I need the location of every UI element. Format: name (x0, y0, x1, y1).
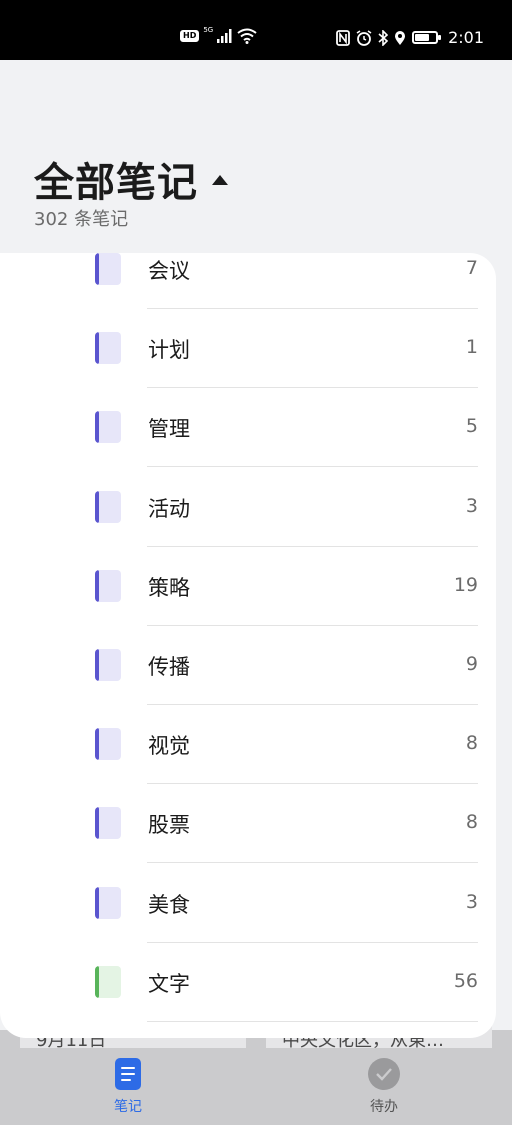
status-bar: HD 5G 2:01 (0, 0, 512, 60)
folder-count: 9 (465, 653, 478, 675)
folder-count: 1 (465, 336, 478, 359)
notes-icon (115, 1058, 141, 1090)
folder-item[interactable]: 会议 7 (0, 253, 496, 309)
folder-icon (95, 807, 121, 840)
folder-item[interactable]: 股票 8 (0, 784, 496, 864)
bluetooth-icon (378, 29, 389, 46)
nav-notes-tab[interactable]: 笔记 (88, 1058, 168, 1116)
signal-icon (217, 29, 232, 43)
network-type-label: 5G (203, 26, 214, 34)
folder-name: 文字 (148, 971, 190, 996)
folder-item[interactable]: 活动 3 (0, 468, 496, 547)
folder-selector[interactable]: 全部笔记 (34, 150, 228, 208)
network-indicators: HD 5G (180, 26, 257, 44)
folder-item[interactable]: 计划 1 (0, 309, 496, 389)
folder-name: 美食 (148, 892, 190, 917)
folder-count: 8 (465, 811, 478, 834)
nav-todo-tab[interactable]: 待办 (344, 1058, 424, 1116)
folder-item[interactable]: 传播 9 (0, 626, 496, 705)
folder-item[interactable]: 策略 19 (0, 547, 496, 626)
folder-icon (95, 569, 121, 602)
folder-item[interactable]: 视觉 8 (0, 705, 496, 785)
wifi-icon (237, 28, 257, 44)
folder-name: 视觉 (148, 734, 190, 759)
folder-count: 3 (465, 890, 478, 913)
folder-icon (95, 490, 121, 523)
folder-item[interactable]: 美食 3 (0, 864, 496, 943)
folder-name: 管理 (148, 417, 190, 442)
todo-check-icon (368, 1058, 400, 1090)
folder-icon (95, 965, 121, 998)
clock: 2:01 (448, 28, 484, 47)
folder-name: 活动 (148, 496, 190, 521)
folder-dropdown-panel: 会议 7 计划 1 管理 5 活动 3 策略 19 传播 9 视觉 8 股票 8 美食 3 文字 56 (0, 253, 496, 1038)
folder-count: 56 (453, 969, 478, 992)
folder-item[interactable]: 文字 56 (0, 943, 496, 1022)
location-icon (395, 30, 406, 45)
folder-count: 3 (465, 494, 478, 517)
alarm-icon (356, 29, 372, 46)
nav-todo-label: 待办 (370, 1099, 398, 1115)
battery-icon (412, 31, 442, 44)
folder-name: 计划 (148, 338, 190, 363)
folder-icon (95, 728, 121, 761)
nav-notes-label: 笔记 (114, 1099, 142, 1115)
folder-count: 7 (465, 257, 478, 279)
folder-icon (95, 886, 121, 919)
folder-icon (95, 332, 121, 365)
folder-name: 传播 (148, 655, 190, 679)
note-count-label: 302 条笔记 (34, 209, 129, 230)
folder-name: 策略 (148, 575, 190, 600)
hd-badge: HD (180, 30, 200, 42)
divider (147, 1020, 478, 1022)
folder-count: 19 (453, 573, 478, 596)
folder-icon (95, 253, 121, 285)
page-title: 全部笔记 (34, 160, 198, 206)
folder-name: 股票 (148, 813, 190, 838)
system-indicators: 2:01 (336, 28, 484, 47)
folder-item[interactable]: 管理 5 (0, 388, 496, 468)
folder-count: 8 (465, 732, 478, 755)
folder-icon (95, 649, 121, 681)
caret-up-icon (212, 175, 228, 185)
bottom-navigation: 笔记 待办 (0, 1050, 512, 1125)
folder-icon (95, 411, 121, 444)
folder-name: 会议 (148, 259, 190, 283)
nfc-icon (336, 29, 350, 46)
folder-count: 5 (465, 415, 478, 438)
